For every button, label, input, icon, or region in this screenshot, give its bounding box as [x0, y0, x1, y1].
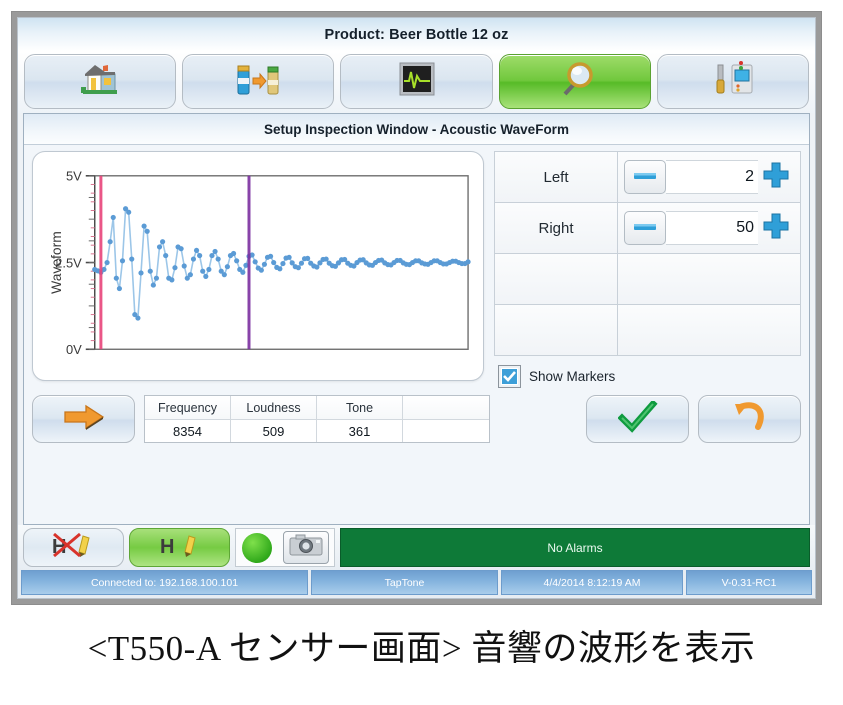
page-title: Product: Beer Bottle 12 oz [324, 26, 509, 43]
control-label-left: Left [495, 152, 618, 202]
status-bar: Connected to: 192.168.100.101 TapTone 4/… [18, 570, 815, 598]
panel-body: 5V 2.5V 0V Waveform Left 2 Right 50 Show… [24, 145, 809, 524]
toolbar-button-product-change[interactable] [182, 54, 335, 109]
minus-icon [634, 168, 656, 186]
status-lamp-group [235, 528, 335, 567]
marker-table: Left 2 Right 50 [494, 151, 801, 356]
status-timestamp: 4/4/2014 8:12:19 AM [501, 570, 683, 595]
show-markers-checkbox[interactable] [498, 365, 521, 388]
marker-controls: Left 2 Right 50 Show Markers [494, 151, 801, 388]
camera-icon [289, 533, 323, 562]
table-cell-frequency: 8354 [145, 419, 231, 442]
control-label-empty-1 [495, 254, 618, 304]
bottle-swap-icon [234, 60, 282, 103]
table-header-loudness: Loudness [231, 396, 317, 419]
show-markers-label: Show Markers [529, 369, 616, 384]
h-pencil-icon: H [152, 531, 208, 564]
table-header-frequency: Frequency [145, 396, 231, 419]
table-header-row: Frequency Loudness Tone [145, 396, 489, 419]
panel-header: Setup Inspection Window - Acoustic WaveF… [24, 114, 809, 145]
inspection-panel: Setup Inspection Window - Acoustic WaveF… [23, 113, 810, 525]
control-field-empty-1 [618, 254, 800, 304]
plus-icon [761, 160, 791, 195]
right-decrement-button[interactable] [624, 211, 666, 245]
toolbar-button-waveform-monitor[interactable] [340, 54, 493, 109]
next-button[interactable] [32, 395, 135, 443]
svg-text:5V: 5V [66, 169, 82, 184]
panel-bottom-row: Frequency Loudness Tone 8354 509 361 [32, 395, 801, 443]
orange-undo-arrow-icon [730, 401, 770, 438]
magnifier-icon [554, 59, 596, 104]
house-icon [79, 60, 121, 103]
device-screen: Product: Beer Bottle 12 oz Setup Inspect… [11, 11, 822, 605]
edit-enabled-button[interactable]: H [129, 528, 230, 567]
undo-button[interactable] [698, 395, 801, 443]
alarm-status-text: No Alarms [547, 540, 603, 555]
plus-icon [761, 211, 791, 246]
control-row-empty-2 [495, 305, 800, 356]
device-inner: Product: Beer Bottle 12 oz Setup Inspect… [17, 17, 816, 599]
left-increment-button[interactable] [758, 161, 794, 193]
minus-icon [634, 219, 656, 237]
right-value[interactable]: 50 [666, 211, 758, 245]
control-label-right: Right [495, 203, 618, 253]
control-row-left: Left 2 [495, 152, 800, 203]
control-row-right: Right 50 [495, 203, 800, 254]
control-field-right: 50 [618, 203, 800, 253]
oscilloscope-icon [397, 60, 437, 103]
measurement-table: Frequency Loudness Tone 8354 509 361 [144, 395, 490, 443]
table-header-blank [403, 396, 489, 419]
accept-button[interactable] [586, 395, 689, 443]
green-status-lamp-icon [241, 532, 272, 563]
toolbar-button-diagnostics[interactable] [656, 54, 810, 109]
control-label-empty-2 [495, 305, 618, 355]
bottom-bar: H H No Alarms [18, 525, 815, 570]
left-decrement-button[interactable] [624, 160, 666, 194]
panel-top-row: 5V 2.5V 0V Waveform Left 2 Right 50 Show… [32, 151, 801, 388]
svg-text:Waveform: Waveform [48, 231, 64, 294]
camera-button[interactable] [282, 531, 329, 564]
control-row-empty-1 [495, 254, 800, 305]
edit-disabled-button[interactable]: H [23, 528, 124, 567]
toolbar-button-home[interactable] [24, 54, 177, 109]
right-increment-button[interactable] [758, 212, 794, 244]
toolbar-button-inspect-setup[interactable] [498, 54, 651, 109]
screwdriver-panel-icon [710, 59, 756, 104]
left-value[interactable]: 2 [666, 160, 758, 194]
h-pencil-crossed-icon: H [46, 531, 102, 564]
checkmark-icon [502, 369, 517, 384]
alarm-status-banner: No Alarms [340, 528, 810, 567]
green-check-icon [616, 398, 658, 438]
waveform-chart: 5V 2.5V 0V Waveform [32, 151, 484, 381]
status-version: V-0.31-RC1 [686, 570, 812, 595]
title-bar: Product: Beer Bottle 12 oz [18, 18, 815, 52]
control-field-left: 2 [618, 152, 800, 202]
table-row: 8354 509 361 [145, 419, 489, 442]
show-markers-row: Show Markers [494, 356, 801, 388]
table-cell-blank [403, 419, 489, 442]
svg-text:H: H [160, 536, 174, 558]
table-header-tone: Tone [317, 396, 403, 419]
figure-caption: <T550-A センサー画面> 音響の波形を表示 [87, 629, 756, 668]
svg-text:0V: 0V [66, 342, 82, 357]
control-field-empty-2 [618, 305, 800, 355]
main-toolbar [18, 52, 815, 113]
table-cell-loudness: 509 [231, 419, 317, 442]
orange-right-arrow-icon [62, 403, 106, 436]
waveform-plot: 5V2.5V0VWaveform [48, 169, 471, 357]
status-connection: Connected to: 192.168.100.101 [21, 570, 308, 595]
panel-title: Setup Inspection Window - Acoustic WaveF… [264, 121, 569, 137]
table-cell-tone: 361 [317, 419, 403, 442]
status-mode: TapTone [311, 570, 498, 595]
